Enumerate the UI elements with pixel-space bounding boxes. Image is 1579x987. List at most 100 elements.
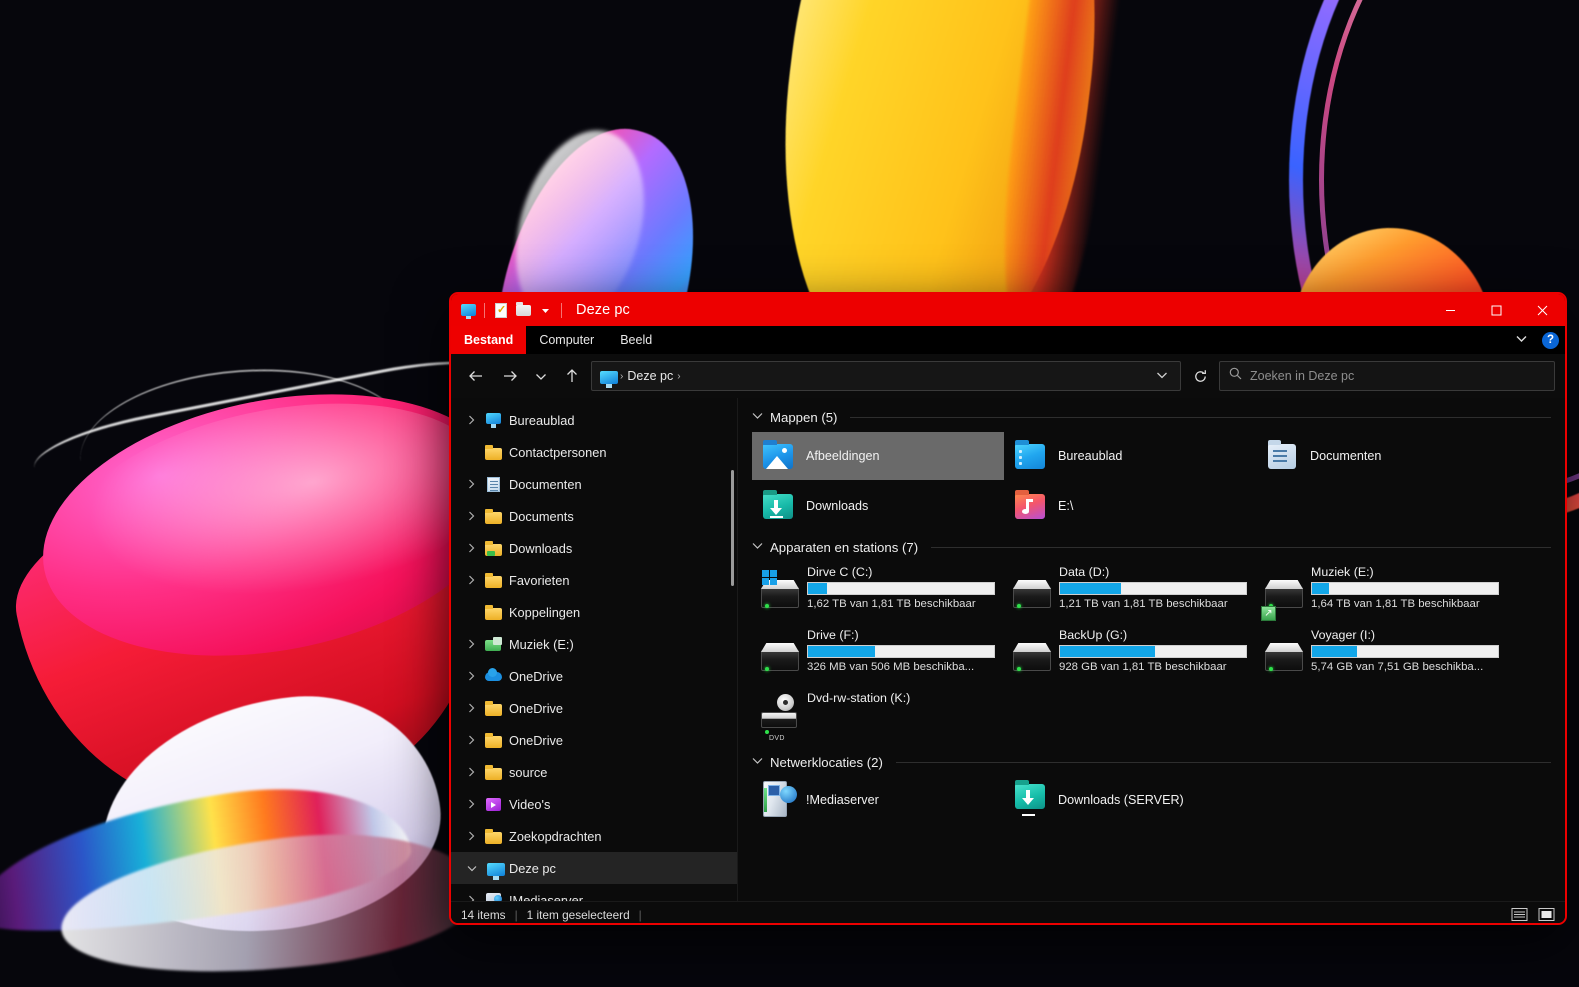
- minimize-button[interactable]: [1427, 294, 1473, 326]
- up-button[interactable]: [557, 361, 587, 391]
- sidebar-item-onedrive[interactable]: OneDrive: [451, 692, 737, 724]
- chevron-right-icon[interactable]: [465, 479, 478, 489]
- folder-tile-label: Bureaublad: [1058, 449, 1123, 463]
- hdd-windows-icon: [761, 570, 799, 612]
- tab-beeld[interactable]: Beeld: [607, 326, 665, 354]
- group-header-network[interactable]: Netwerklocaties (2): [752, 755, 1551, 770]
- this-pc-icon: [598, 368, 618, 388]
- folder-tile[interactable]: Bureaublad: [1004, 432, 1256, 480]
- breadcrumb-separator-1[interactable]: ›: [677, 371, 680, 382]
- chevron-right-icon[interactable]: [465, 735, 478, 745]
- folder-tile[interactable]: Afbeeldingen: [752, 432, 1004, 480]
- chevron-down-icon[interactable]: [752, 412, 763, 423]
- drive-capacity-fill: [1312, 583, 1329, 594]
- tab-computer[interactable]: Computer: [526, 326, 607, 354]
- folder-tile[interactable]: E:\: [1004, 482, 1256, 530]
- drive-tile[interactable]: DVD Dvd-rw-station (K:): [752, 688, 1004, 746]
- sidebar-item-muziek-e[interactable]: Muziek (E:): [451, 628, 737, 660]
- sidebar-item-source[interactable]: source: [451, 756, 737, 788]
- drive-tile[interactable]: Data (D:) 1,21 TB van 1,81 TB beschikbaar: [1004, 562, 1256, 620]
- chevron-down-icon[interactable]: [752, 757, 763, 768]
- chevron-right-icon[interactable]: [465, 703, 478, 713]
- drive-info: Dvd-rw-station (K:): [807, 690, 1004, 708]
- chevron-right-icon[interactable]: [465, 511, 478, 521]
- breadcrumb-item-0[interactable]: Deze pc: [627, 369, 673, 383]
- sidebar-item-onedrive[interactable]: OneDrive: [451, 724, 737, 756]
- sidebar-item-favorieten[interactable]: Favorieten: [451, 564, 737, 596]
- chevron-right-icon[interactable]: [465, 543, 478, 553]
- folders-list: Afbeeldingen Bureaublad Documenten Download…: [752, 432, 1551, 532]
- folder-tile[interactable]: Documenten: [1256, 432, 1508, 480]
- sidebar-item-documenten[interactable]: Documenten: [451, 468, 737, 500]
- drive-info: Data (D:) 1,21 TB van 1,81 TB beschikbaar: [1059, 564, 1256, 610]
- hdd-shared-icon: ↗: [1261, 570, 1303, 621]
- forward-button[interactable]: [495, 361, 525, 391]
- search-box[interactable]: [1219, 361, 1555, 391]
- search-input[interactable]: [1250, 369, 1545, 383]
- large-icons-view-icon[interactable]: [1536, 905, 1557, 923]
- chevron-right-icon[interactable]: [465, 415, 478, 425]
- chevron-down-icon[interactable]: [465, 865, 478, 872]
- back-button[interactable]: [461, 361, 491, 391]
- window-body: Bureaublad Contactpersonen Documenten Docum…: [451, 398, 1565, 901]
- sidebar-item-deze-pc[interactable]: Deze pc: [451, 852, 737, 884]
- cloud-icon: [485, 667, 502, 685]
- chevron-right-icon[interactable]: [465, 639, 478, 649]
- group-header-folders[interactable]: Mappen (5): [752, 410, 1551, 425]
- navigation-scrollbar[interactable]: [731, 470, 734, 586]
- sidebar-item-documents[interactable]: Documents: [451, 500, 737, 532]
- group-rule: [850, 417, 1551, 418]
- chevron-right-icon[interactable]: [465, 671, 478, 681]
- sidebar-item-zoekopdrachten[interactable]: Zoekopdrachten: [451, 820, 737, 852]
- details-view-icon[interactable]: [1509, 905, 1530, 923]
- qat-dropdown-icon[interactable]: [534, 299, 556, 321]
- group-header-drives[interactable]: Apparaten en stations (7): [752, 540, 1551, 555]
- address-bar[interactable]: › Deze pc ›: [591, 361, 1181, 391]
- drive-tile[interactable]: BackUp (G:) 928 GB van 1,81 TB beschikbaa…: [1004, 625, 1256, 683]
- drive-capacity-fill: [808, 646, 875, 657]
- properties-icon[interactable]: [490, 299, 512, 321]
- sidebar-item-onedrive[interactable]: OneDrive: [451, 660, 737, 692]
- drive-tile[interactable]: Drive (F:) 326 MB van 506 MB beschikba...: [752, 625, 1004, 683]
- drive-tile[interactable]: Dirve C (C:) 1,62 TB van 1,81 TB beschikb…: [752, 562, 1004, 620]
- drive-capacity-fill: [1060, 646, 1155, 657]
- sidebar-item-mediaserver[interactable]: !Mediaserver: [451, 884, 737, 901]
- chevron-right-icon[interactable]: [465, 575, 478, 585]
- folder-icon: [485, 508, 502, 525]
- drive-tile[interactable]: Voyager (I:) 5,74 GB van 7,51 GB beschikb…: [1256, 625, 1508, 683]
- sidebar-item-koppelingen[interactable]: Koppelingen: [451, 596, 737, 628]
- folder-tile-label: E:\: [1058, 499, 1074, 513]
- new-folder-icon[interactable]: [512, 299, 534, 321]
- maximize-button[interactable]: [1473, 294, 1519, 326]
- chevron-down-icon[interactable]: [752, 542, 763, 553]
- chevron-right-icon[interactable]: [465, 831, 478, 841]
- window-title-bar[interactable]: Deze pc: [451, 294, 1565, 326]
- this-pc-icon: [485, 860, 505, 880]
- network-location-tile[interactable]: Downloads (SERVER): [1004, 777, 1256, 823]
- sidebar-item-contactpersonen[interactable]: Contactpersonen: [451, 436, 737, 468]
- tab-bestand[interactable]: Bestand: [451, 326, 527, 354]
- drive-capacity-bar: [1311, 645, 1499, 658]
- folder-downloads-icon: [761, 490, 795, 521]
- sidebar-item-label: OneDrive: [509, 732, 564, 748]
- drive-tile[interactable]: ↗ Muziek (E:) 1,64 TB van 1,81 TB beschikb…: [1256, 562, 1508, 621]
- folder-tile-label: Downloads: [806, 499, 869, 513]
- help-icon[interactable]: ?: [1542, 331, 1559, 349]
- folder-tile[interactable]: Downloads: [752, 482, 1004, 530]
- sidebar-item-downloads[interactable]: Downloads: [451, 532, 737, 564]
- address-dropdown-icon[interactable]: [1150, 371, 1174, 382]
- refresh-button[interactable]: [1185, 361, 1215, 391]
- chevron-down-icon[interactable]: [1511, 334, 1532, 346]
- close-button[interactable]: [1519, 294, 1565, 326]
- network-location-tile[interactable]: !Mediaserver: [752, 777, 1004, 823]
- sidebar-item-label: Downloads: [509, 540, 573, 556]
- recent-locations-button[interactable]: [529, 361, 553, 391]
- sidebar-item-label: source: [509, 764, 548, 780]
- sidebar-item-label: Bureaublad: [509, 412, 575, 428]
- sidebar-item-video-s[interactable]: Video's: [451, 788, 737, 820]
- sidebar-item-bureaublad[interactable]: Bureaublad: [451, 404, 737, 436]
- monitor-icon[interactable]: [457, 299, 479, 321]
- chevron-right-icon[interactable]: [465, 799, 478, 809]
- drive-capacity-bar: [1059, 645, 1247, 658]
- chevron-right-icon[interactable]: [465, 767, 478, 777]
